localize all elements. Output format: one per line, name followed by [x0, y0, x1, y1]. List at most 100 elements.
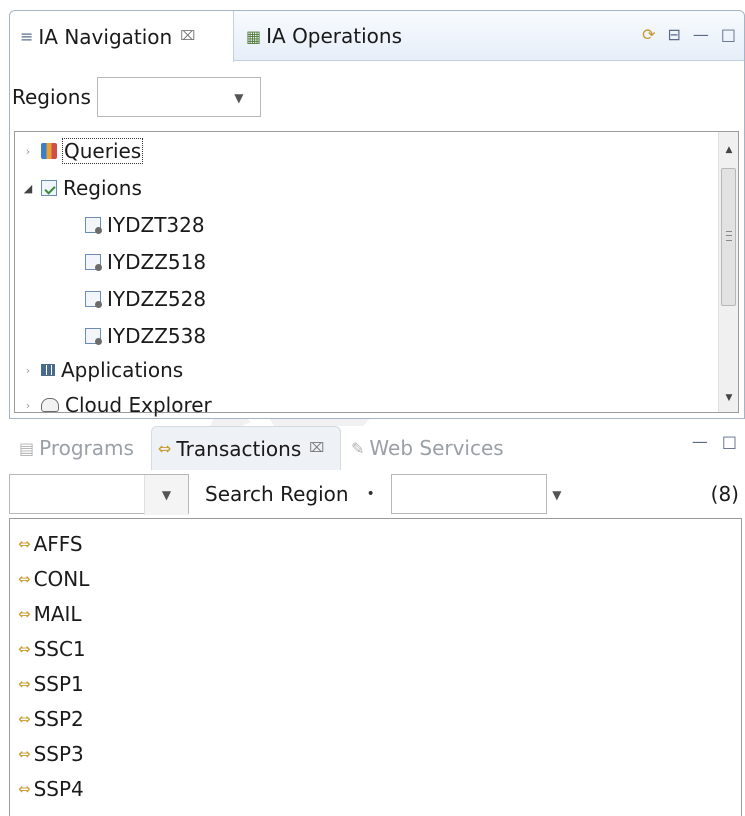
web-services-icon: ✎ [351, 438, 365, 458]
list-item[interactable]: ⇔ AFFS [18, 527, 83, 561]
list-item-label: CONL [33, 567, 90, 591]
tree-item-label: Applications [61, 358, 184, 382]
scroll-up-icon[interactable]: ▲ [719, 140, 739, 160]
tab-transactions[interactable]: ⇔ Transactions ⌧ [151, 426, 341, 470]
cloud-icon [41, 398, 59, 412]
tab-web-services[interactable]: ✎ Web Services [351, 426, 504, 470]
expand-icon[interactable]: › [21, 145, 35, 158]
navigation-icon: ≡ [20, 27, 34, 46]
search-region-label: Search Region [205, 482, 349, 506]
ia-navigation-view: ≡ IA Navigation ⌧ ▦ IA Operations ⟳ ⊟ — … [9, 10, 745, 419]
scroll-down-icon[interactable]: ▼ [719, 388, 739, 408]
tree-item-label: IYDZZ518 [107, 250, 207, 274]
list-item-label: MAIL [33, 602, 82, 626]
list-item-label: SSP2 [33, 707, 84, 731]
transactions-list: ⇔ AFFS ⇔ CONL ⇔ MAIL ⇔ SSC1 ⇔ SSP1 ⇔ SSP… [9, 518, 742, 816]
region-icon [85, 291, 102, 308]
tree-item-queries[interactable]: › Queries [21, 134, 144, 168]
tree-item-applications[interactable]: › Applications [21, 353, 183, 387]
maximize-icon[interactable]: □ [722, 432, 737, 451]
tree-item-region[interactable]: IYDZZ528 [85, 282, 206, 316]
list-item[interactable]: ⇔ SSP1 [18, 667, 84, 701]
transaction-icon: ⇔ [18, 710, 31, 728]
tree-item-region[interactable]: IYDZT328 [85, 208, 205, 242]
list-item[interactable]: ⇔ SSP3 [18, 737, 84, 771]
regions-icon [41, 180, 57, 196]
region-icon [85, 328, 102, 345]
tab-label: Transactions [176, 436, 302, 461]
scrollbar-thumb[interactable] [721, 168, 736, 306]
transaction-icon: ⇔ [18, 640, 31, 658]
tab-label: IA Operations [266, 24, 403, 48]
queries-icon [41, 143, 57, 159]
close-icon[interactable]: ⌧ [309, 441, 324, 456]
tab-programs[interactable]: ▤ Programs [19, 426, 134, 470]
transaction-icon: ⇔ [18, 745, 31, 763]
regions-filter-label: Regions [12, 85, 91, 109]
list-item[interactable]: ⇔ SSC1 [18, 632, 86, 666]
transaction-icon: ⇔ [18, 780, 31, 798]
regions-filter-row: Regions ▼ [10, 77, 261, 117]
tab-ia-navigation[interactable]: ≡ IA Navigation ⌧ [10, 11, 234, 62]
grip-icon [726, 231, 732, 241]
regions-combo[interactable]: ▼ [96, 77, 261, 118]
tree-item-label: Queries [61, 138, 144, 164]
dropdown-dot-icon[interactable]: • [367, 486, 375, 502]
close-icon[interactable]: ⌧ [180, 29, 195, 44]
tree-item-label: IYDZZ538 [107, 324, 207, 348]
chevron-down-icon[interactable]: ▼ [536, 475, 578, 515]
applications-icon [41, 364, 55, 376]
list-item-label: SSC1 [33, 637, 86, 661]
tree-item-label: Cloud Explorer [65, 393, 212, 417]
list-item-label: AFFS [33, 532, 83, 556]
minimize-icon[interactable]: — [692, 432, 708, 451]
region-icon [85, 217, 102, 234]
transaction-icon: ⇔ [18, 535, 31, 553]
list-item-label: SSP4 [33, 777, 84, 801]
transaction-count: (8) [710, 482, 739, 506]
tree-item-region[interactable]: IYDZZ538 [85, 319, 206, 353]
chevron-down-icon[interactable]: ▼ [144, 475, 188, 515]
tree-scrollbar[interactable]: ▲ ▼ [718, 132, 738, 412]
filter-combo[interactable]: ▼ [9, 474, 189, 515]
refresh-icon[interactable]: ⟳ [642, 25, 655, 44]
navigation-tabbar: ≡ IA Navigation ⌧ ▦ IA Operations ⟳ ⊟ — … [10, 11, 744, 62]
region-icon [85, 254, 102, 271]
tab-label: IA Navigation [38, 24, 173, 49]
transaction-icon: ⇔ [18, 605, 31, 623]
chevron-down-icon[interactable]: ▼ [218, 78, 260, 118]
programs-icon: ▤ [19, 438, 35, 458]
tree-item-label: IYDZT328 [107, 213, 205, 237]
list-item[interactable]: ⇔ MAIL [18, 597, 82, 631]
collapse-icon[interactable]: ◢ [21, 182, 35, 195]
list-item-label: SSP1 [33, 672, 84, 696]
transaction-icon: ⇔ [158, 439, 172, 458]
list-item[interactable]: ⇔ CONL [18, 562, 89, 596]
tree-item-label: Regions [63, 176, 142, 200]
maximize-icon[interactable]: □ [721, 25, 736, 44]
tab-ia-operations[interactable]: ▦ IA Operations [246, 11, 402, 61]
tab-label: Web Services [369, 436, 504, 460]
list-item[interactable]: ⇔ SSP4 [18, 772, 84, 806]
minimize-icon[interactable]: — [693, 25, 709, 44]
view-toolbar: — □ [692, 432, 737, 451]
search-region-combo[interactable]: ▼ [390, 474, 561, 514]
transactions-tabbar: ▤ Programs ⇔ Transactions ⌧ ✎ Web Servic… [9, 426, 745, 470]
collapse-all-icon[interactable]: ⊟ [667, 25, 680, 44]
list-item-label: SSP3 [33, 742, 84, 766]
tree-item-label: IYDZZ528 [107, 287, 207, 311]
expand-icon[interactable]: › [21, 364, 35, 377]
tab-label: Programs [39, 436, 134, 460]
transactions-view: ▤ Programs ⇔ Transactions ⌧ ✎ Web Servic… [9, 426, 745, 816]
tree-item-cloud-explorer[interactable]: › Cloud Explorer [21, 388, 212, 422]
transaction-icon: ⇔ [18, 570, 31, 588]
search-row: ▼ Search Region • ▼ (8) [9, 474, 745, 515]
expand-icon[interactable]: › [21, 399, 35, 412]
operations-icon: ▦ [246, 26, 262, 46]
tree-item-regions[interactable]: ◢ Regions [21, 171, 142, 205]
list-item[interactable]: ⇔ SSP2 [18, 702, 84, 736]
tree-item-region[interactable]: IYDZZ518 [85, 245, 206, 279]
view-toolbar: ⟳ ⊟ — □ [642, 25, 736, 44]
transaction-icon: ⇔ [18, 675, 31, 693]
navigation-tree: › Queries ◢ Regions IYDZT328 IYDZZ518 IY… [14, 131, 739, 417]
